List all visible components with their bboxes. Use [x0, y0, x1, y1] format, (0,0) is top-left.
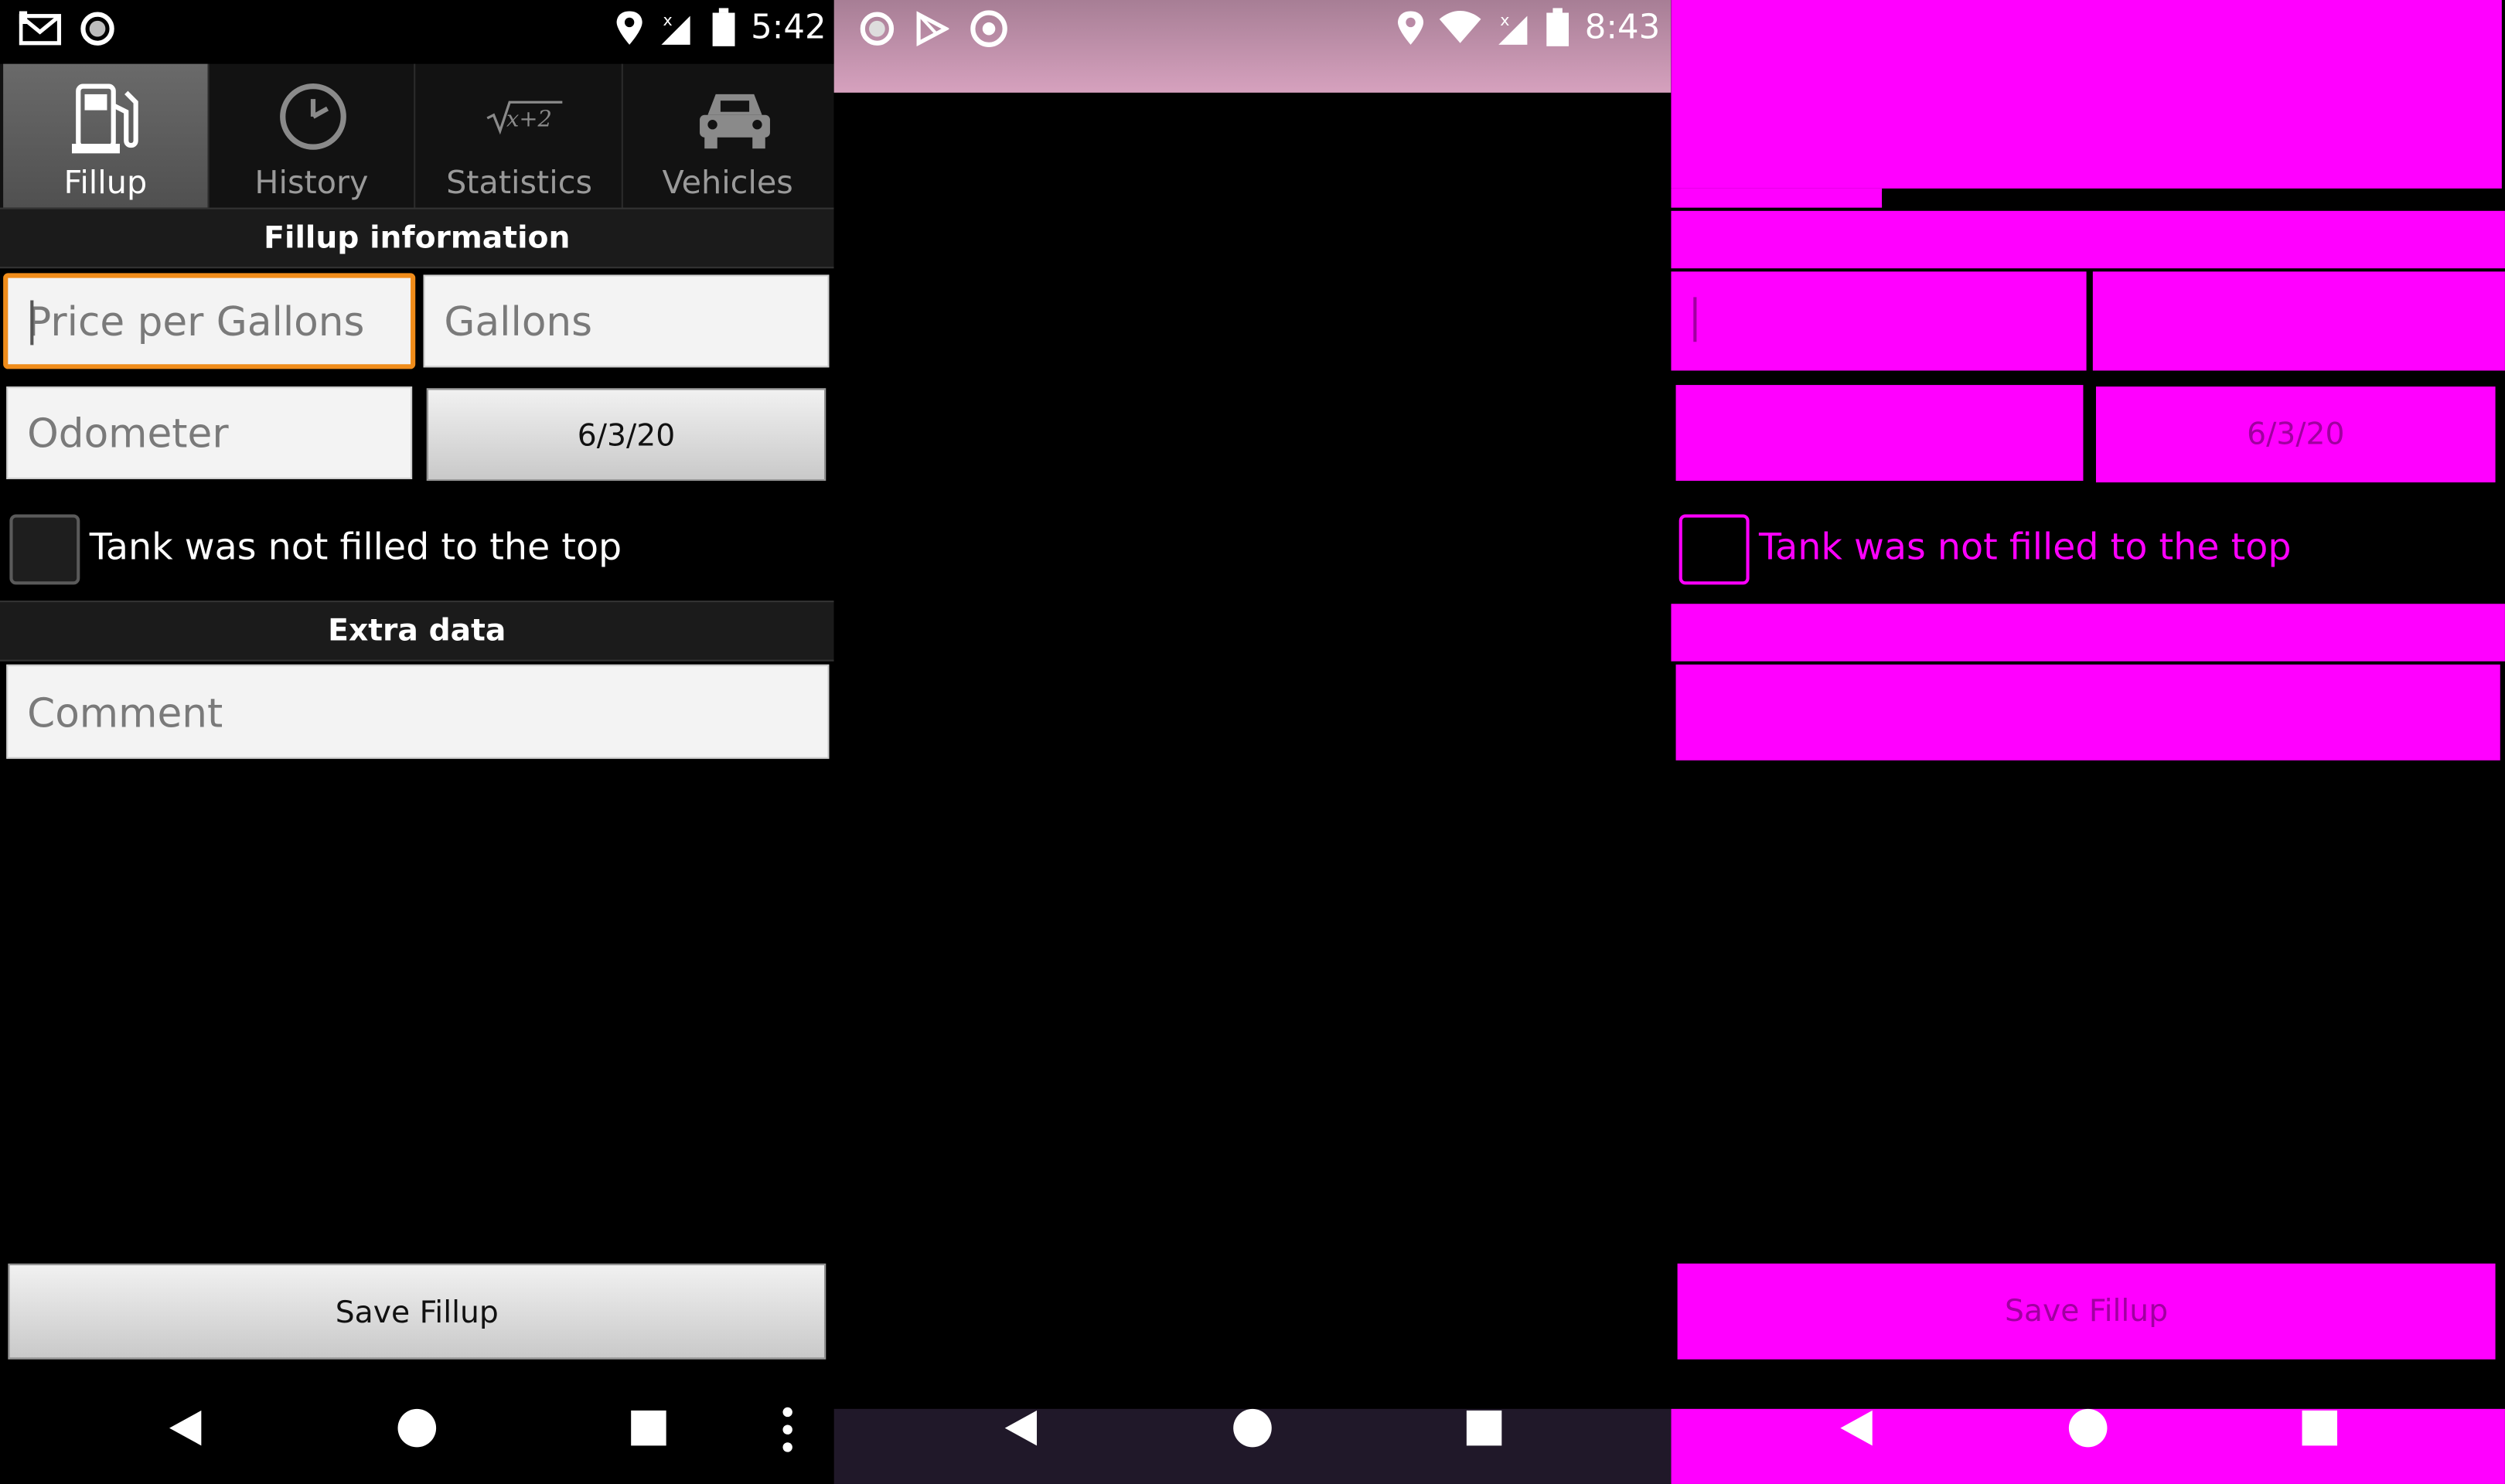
fuel-pump-icon	[71, 83, 138, 154]
battery-icon	[712, 8, 735, 46]
masked-tank-checkbox[interactable]	[1679, 514, 1750, 585]
svg-text:x+2: x+2	[506, 105, 552, 131]
back-button[interactable]	[1840, 1410, 1873, 1446]
battery-icon	[1546, 8, 1569, 46]
home-button[interactable]	[2068, 1408, 2108, 1448]
tank-not-full-checkbox[interactable]	[9, 514, 80, 585]
price-per-gallon-input[interactable]: Price per Gallons	[3, 273, 416, 369]
section-header-fillup: Fillup information	[0, 207, 834, 269]
tab-history[interactable]: History	[210, 63, 416, 208]
fillup-screen: x 5:42 Fillup History x+2 Statistics Veh…	[0, 0, 834, 1484]
tab-statistics-label: Statistics	[446, 162, 593, 202]
car-icon	[700, 94, 770, 149]
sqrt-formula-icon: x+2	[486, 100, 563, 135]
status-time: 5:42	[751, 8, 826, 46]
comment-input[interactable]: Comment	[6, 664, 830, 759]
odometer-input[interactable]: Odometer	[6, 386, 413, 480]
masked-header	[1671, 0, 2502, 189]
gmail-icon	[19, 11, 62, 46]
tab-fillup-label: Fillup	[63, 162, 148, 202]
gallons-input[interactable]: Gallons	[423, 274, 830, 368]
masked-tab-fillup	[1671, 188, 1883, 208]
save-fillup-button[interactable]: Save Fillup	[8, 1263, 826, 1360]
circle-notification-icon	[80, 12, 114, 46]
svg-text:x: x	[663, 11, 673, 29]
circle-notification-icon	[860, 12, 895, 46]
masked-extra-section	[1671, 604, 2505, 662]
wifi-icon	[1439, 10, 1481, 43]
section-header-extra: Extra data	[0, 601, 834, 662]
status-time: 8:43	[1584, 8, 1661, 46]
gallons-placeholder: Gallons	[444, 298, 593, 345]
masked-date-button[interactable]: 6/3/20	[2095, 386, 2496, 483]
recents-button[interactable]	[631, 1410, 666, 1446]
text-caret	[1693, 297, 1697, 342]
recents-button[interactable]	[2302, 1410, 2337, 1446]
svg-text:x: x	[1500, 11, 1509, 29]
comment-placeholder: Comment	[27, 689, 223, 737]
masked-section-header	[1671, 210, 2505, 269]
home-button[interactable]	[1233, 1408, 1272, 1448]
overflow-menu-icon[interactable]	[778, 1404, 797, 1455]
back-button[interactable]	[1004, 1410, 1038, 1446]
status-bar	[833, 0, 1672, 93]
masked-price-input[interactable]	[1671, 271, 2087, 371]
text-caret	[30, 300, 34, 345]
masked-comment-input[interactable]	[1675, 664, 2500, 761]
home-button[interactable]	[397, 1408, 437, 1448]
signal-icon: x	[1498, 11, 1528, 45]
masked-screen: 6/3/20 Tank was not filled to the top Sa…	[1671, 0, 2505, 1484]
tab-vehicles-label: Vehicles	[662, 162, 793, 202]
tab-history-label: History	[254, 162, 369, 202]
date-button[interactable]: 6/3/20	[426, 388, 826, 482]
masked-save-button[interactable]: Save Fillup	[1677, 1263, 2496, 1360]
tank-not-full-label: Tank was not filled to the top	[89, 527, 622, 569]
tab-vehicles[interactable]: Vehicles	[625, 64, 831, 208]
back-button[interactable]	[169, 1410, 202, 1446]
signal-icon: x	[661, 11, 690, 45]
masked-tab-divider	[1882, 192, 2505, 205]
blank-screen: x 8:43	[833, 0, 1672, 1484]
play-store-icon	[916, 11, 949, 46]
clock-icon	[280, 83, 346, 150]
location-icon	[616, 11, 642, 45]
chrome-icon	[970, 10, 1007, 47]
tab-bar: Fillup History x+2 Statistics Vehicles	[0, 63, 834, 213]
recents-button[interactable]	[1466, 1410, 1502, 1446]
masked-gallons-input[interactable]	[2092, 271, 2505, 371]
tab-fillup[interactable]: Fillup	[3, 63, 210, 208]
masked-odometer-input[interactable]	[1675, 385, 2084, 482]
masked-tank-label: Tank was not filled to the top	[1758, 527, 2292, 569]
odometer-placeholder: Odometer	[27, 410, 229, 458]
price-placeholder: Price per Gallons	[27, 298, 365, 345]
location-icon	[1398, 11, 1424, 45]
tab-statistics[interactable]: x+2 Statistics	[417, 63, 623, 208]
